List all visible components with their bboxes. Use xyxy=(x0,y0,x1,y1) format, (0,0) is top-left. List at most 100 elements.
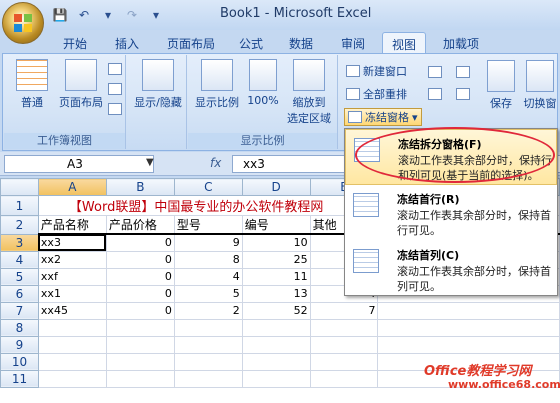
row-header[interactable]: 6 xyxy=(0,284,39,303)
cell[interactable]: xxf xyxy=(37,267,107,286)
cell[interactable]: 0 xyxy=(105,250,175,269)
cell[interactable]: 0 xyxy=(105,267,175,286)
cell[interactable] xyxy=(173,352,243,371)
select-all-corner[interactable] xyxy=(0,178,39,196)
column-header-d[interactable]: D xyxy=(241,178,311,196)
cell[interactable] xyxy=(105,318,175,337)
insert-function-button[interactable]: fx xyxy=(210,156,221,170)
cell[interactable]: 52 xyxy=(241,301,311,320)
row-header[interactable]: 8 xyxy=(0,318,39,337)
cell[interactable]: 0 xyxy=(105,301,175,320)
cell[interactable] xyxy=(105,352,175,371)
cell[interactable] xyxy=(173,335,243,354)
cell[interactable] xyxy=(241,335,311,354)
switch-windows-button[interactable]: 切换窗 xyxy=(520,60,560,111)
cell[interactable]: 产品名称 xyxy=(37,215,107,235)
cell[interactable]: 11 xyxy=(241,267,311,286)
tab-insert[interactable]: 插入 xyxy=(108,32,146,54)
tab-addins[interactable]: 加载项 xyxy=(434,32,488,54)
cell[interactable] xyxy=(309,352,379,371)
row-header[interactable]: 11 xyxy=(0,369,39,388)
cell[interactable] xyxy=(37,335,107,354)
cell[interactable]: xx2 xyxy=(37,250,107,269)
custom-views-icon[interactable] xyxy=(108,83,122,95)
zoom-100-button[interactable]: 100% xyxy=(246,59,280,107)
cell[interactable]: 4 xyxy=(173,267,243,286)
split-icon[interactable] xyxy=(428,66,442,78)
tab-view[interactable]: 视图 xyxy=(382,32,426,54)
page-layout-view-button[interactable]: 页面布局 xyxy=(56,59,106,110)
cell[interactable]: 2 xyxy=(173,301,243,320)
cell[interactable]: xx1 xyxy=(37,284,107,303)
cell[interactable] xyxy=(37,318,107,337)
cell[interactable]: 5 xyxy=(173,284,243,303)
name-box-dropdown-icon[interactable]: ▼ xyxy=(146,157,154,168)
cell[interactable] xyxy=(37,369,107,388)
page-break-preview-icon[interactable] xyxy=(108,63,122,75)
cell[interactable]: xx45 xyxy=(37,301,107,320)
full-screen-icon[interactable] xyxy=(108,103,122,115)
cell[interactable]: 9 xyxy=(173,233,243,252)
office-button[interactable] xyxy=(2,2,44,44)
column-header-b[interactable]: B xyxy=(105,178,175,196)
active-cell[interactable]: xx3 xyxy=(37,233,107,252)
tab-review[interactable]: 审阅 xyxy=(334,32,372,54)
show-hide-button[interactable]: 显示/隐藏 xyxy=(131,59,185,110)
cell[interactable]: 0 xyxy=(105,284,175,303)
cell[interactable]: 7 xyxy=(309,301,379,320)
hide-window-icon[interactable] xyxy=(428,88,442,100)
cell[interactable]: 型号 xyxy=(173,215,243,235)
cell[interactable] xyxy=(309,369,379,388)
cell[interactable]: 13 xyxy=(241,284,311,303)
view-side-by-side-icon[interactable] xyxy=(456,66,470,78)
cell[interactable] xyxy=(173,318,243,337)
row-header[interactable]: 9 xyxy=(0,335,39,354)
cell[interactable] xyxy=(105,335,175,354)
undo-dropdown-icon[interactable]: ▾ xyxy=(98,6,118,24)
row-header[interactable]: 5 xyxy=(0,267,39,286)
arrange-all-button[interactable]: 全部重排 xyxy=(346,85,407,103)
cell[interactable] xyxy=(377,301,560,320)
new-window-button[interactable]: 新建窗口 xyxy=(346,62,407,80)
cell[interactable] xyxy=(37,352,107,371)
row-header[interactable]: 7 xyxy=(0,301,39,320)
cell[interactable] xyxy=(105,369,175,388)
name-box[interactable]: A3 xyxy=(4,155,154,173)
row-header[interactable]: 3 xyxy=(0,233,39,252)
cell[interactable]: 8 xyxy=(173,250,243,269)
menu-item-freeze-top-row[interactable]: 冻结首行(R) 滚动工作表其余部分时，保持首行可见。 xyxy=(345,185,557,241)
freeze-panes-button[interactable]: 冻结窗格 ▾ xyxy=(344,108,422,126)
cell[interactable]: 10 xyxy=(241,233,311,252)
tab-page-layout[interactable]: 页面布局 xyxy=(158,32,224,54)
normal-view-button[interactable]: 普通 xyxy=(10,59,54,110)
column-header-c[interactable]: C xyxy=(173,178,243,196)
tab-data[interactable]: 数据 xyxy=(282,32,320,54)
cell[interactable]: 编号 xyxy=(241,215,311,235)
cell[interactable] xyxy=(241,352,311,371)
row-header[interactable]: 10 xyxy=(0,352,39,371)
save-icon[interactable]: 💾 xyxy=(50,6,70,24)
cell[interactable] xyxy=(377,335,560,354)
cell[interactable] xyxy=(241,318,311,337)
cell[interactable] xyxy=(309,318,379,337)
undo-icon[interactable]: ↶ xyxy=(74,6,94,24)
cell[interactable] xyxy=(377,318,560,337)
zoom-button[interactable]: 显示比例 xyxy=(190,59,244,110)
column-header-a[interactable]: A xyxy=(37,178,107,196)
cell[interactable]: 产品价格 xyxy=(105,215,175,235)
row-header[interactable]: 1 xyxy=(0,195,39,216)
sync-scroll-icon[interactable] xyxy=(456,88,470,100)
cell[interactable]: 25 xyxy=(241,250,311,269)
save-workspace-button[interactable]: 保存 xyxy=(484,60,518,111)
menu-item-freeze-first-column[interactable]: 冻结首列(C) 滚动工作表其余部分时，保持首列可见。 xyxy=(345,241,557,297)
zoom-to-selection-button[interactable]: 缩放到 选定区域 xyxy=(282,59,336,126)
row-header[interactable]: 4 xyxy=(0,250,39,269)
cell[interactable]: 0 xyxy=(105,233,175,252)
redo-icon[interactable]: ↷ xyxy=(122,6,142,24)
row-header[interactable]: 2 xyxy=(0,215,39,235)
cell[interactable] xyxy=(309,335,379,354)
cell[interactable] xyxy=(241,369,311,388)
tab-home[interactable]: 开始 xyxy=(56,32,94,54)
customize-qat-icon[interactable]: ▾ xyxy=(146,6,166,24)
tab-formulas[interactable]: 公式 xyxy=(232,32,270,54)
